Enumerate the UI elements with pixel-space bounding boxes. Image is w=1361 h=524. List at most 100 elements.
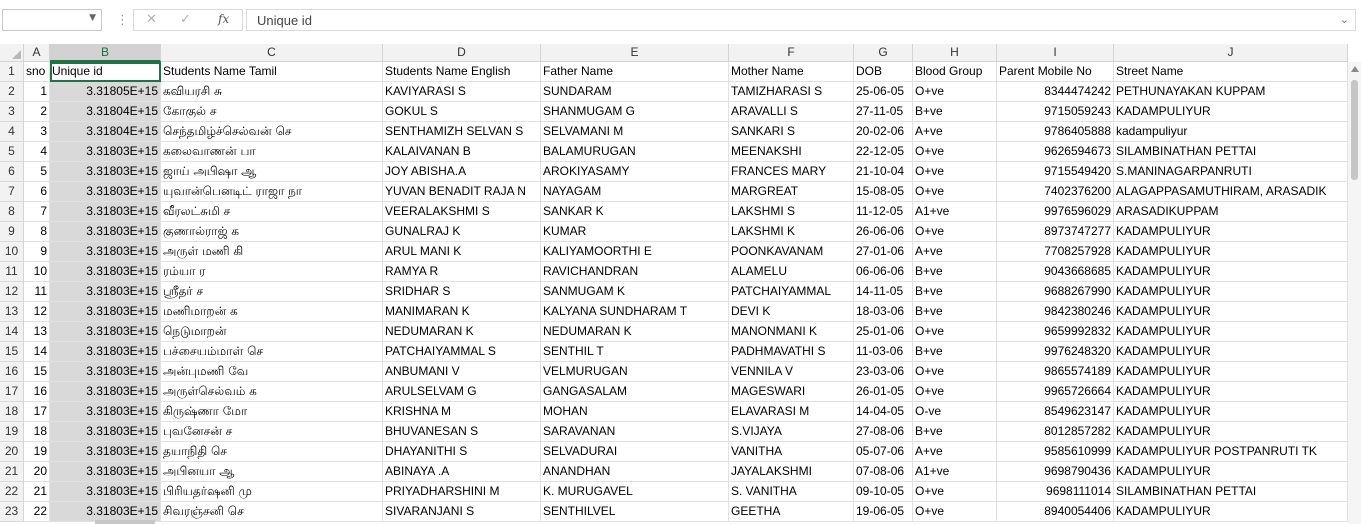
- table-cell[interactable]: கிருஷ்ணா மோ: [161, 402, 383, 422]
- row-header[interactable]: 6: [0, 162, 24, 182]
- table-cell[interactable]: B+ve: [913, 422, 997, 442]
- table-cell[interactable]: SANKAR K: [541, 202, 729, 222]
- table-cell[interactable]: B+ve: [913, 282, 997, 302]
- table-cell[interactable]: NEDUMARAN K: [383, 322, 541, 342]
- table-cell[interactable]: KADAMPULIYUR: [1114, 282, 1348, 302]
- table-cell[interactable]: JOY ABISHA.A: [383, 162, 541, 182]
- table-cell[interactable]: 2: [24, 102, 50, 122]
- select-all-corner[interactable]: [0, 44, 24, 62]
- table-cell[interactable]: 23-03-06: [854, 362, 913, 382]
- table-cell[interactable]: SENTHAMIZH SELVAN S: [383, 122, 541, 142]
- table-cell[interactable]: 9698790436: [997, 462, 1114, 482]
- table-cell[interactable]: 27-01-06: [854, 242, 913, 262]
- table-cell[interactable]: KADAMPULIYUR: [1114, 262, 1348, 282]
- table-cell[interactable]: ARASADIKUPPAM: [1114, 202, 1348, 222]
- table-cell[interactable]: 09-10-05: [854, 482, 913, 502]
- table-cell[interactable]: 27-11-05: [854, 102, 913, 122]
- table-cell[interactable]: A1+ve: [913, 202, 997, 222]
- row-header[interactable]: 19: [0, 422, 24, 442]
- table-cell[interactable]: ANBUMANI V: [383, 362, 541, 382]
- table-cell[interactable]: 3.31804E+15: [50, 102, 161, 122]
- table-cell[interactable]: 05-07-06: [854, 442, 913, 462]
- table-cell[interactable]: 8549623147: [997, 402, 1114, 422]
- table-cell[interactable]: 17: [24, 402, 50, 422]
- table-cell[interactable]: B+ve: [913, 302, 997, 322]
- table-cell[interactable]: NAYAGAM: [541, 182, 729, 202]
- table-cell[interactable]: 18-03-06: [854, 302, 913, 322]
- table-cell[interactable]: BHUVANESAN S: [383, 422, 541, 442]
- cancel-icon[interactable]: ✕: [146, 12, 157, 27]
- table-cell[interactable]: JAYALAKSHMI: [729, 462, 854, 482]
- table-cell[interactable]: ஸ்ரீதர் ச: [161, 282, 383, 302]
- table-cell[interactable]: 3.31803E+15: [50, 442, 161, 462]
- table-cell[interactable]: O+ve: [913, 322, 997, 342]
- table-cell[interactable]: SILAMBINATHAN PETTAI: [1114, 482, 1348, 502]
- table-cell[interactable]: SENTHILVEL: [541, 502, 729, 522]
- row-header[interactable]: 10: [0, 242, 24, 262]
- table-cell[interactable]: BALAMURUGAN: [541, 142, 729, 162]
- row-header[interactable]: 15: [0, 342, 24, 362]
- table-cell[interactable]: 3.31803E+15: [50, 402, 161, 422]
- table-cell[interactable]: ஜாய் அபிஷா ஆ: [161, 162, 383, 182]
- table-cell[interactable]: KADAMPULIYUR: [1114, 322, 1348, 342]
- table-cell[interactable]: O+ve: [913, 502, 997, 522]
- table-cell[interactable]: ரம்யா ர: [161, 262, 383, 282]
- table-cell[interactable]: KADAMPULIYUR: [1114, 502, 1348, 522]
- table-cell[interactable]: 9: [24, 242, 50, 262]
- table-cell[interactable]: AROKIYASAMY: [541, 162, 729, 182]
- row-header[interactable]: 16: [0, 362, 24, 382]
- table-cell[interactable]: kadampuliyur: [1114, 122, 1348, 142]
- table-cell[interactable]: 27-08-06: [854, 422, 913, 442]
- table-cell[interactable]: 19: [24, 442, 50, 462]
- table-cell[interactable]: KADAMPULIYUR: [1114, 402, 1348, 422]
- table-cell[interactable]: கலைவாணன் பா: [161, 142, 383, 162]
- table-cell[interactable]: 16: [24, 382, 50, 402]
- table-cell[interactable]: LAKSHMI K: [729, 222, 854, 242]
- table-cell[interactable]: RAVICHANDRAN: [541, 262, 729, 282]
- table-cell[interactable]: KADAMPULIYUR: [1114, 462, 1348, 482]
- table-cell[interactable]: KAVIYARASI S: [383, 82, 541, 102]
- table-cell[interactable]: 9659992832: [997, 322, 1114, 342]
- row-header[interactable]: 17: [0, 382, 24, 402]
- table-cell[interactable]: 3.31803E+15: [50, 502, 161, 522]
- table-cell[interactable]: அருள்செல்வம் க: [161, 382, 383, 402]
- table-cell[interactable]: RAMYA R: [383, 262, 541, 282]
- table-cell[interactable]: ELAVARASI M: [729, 402, 854, 422]
- table-cell[interactable]: DHAYANITHI S: [383, 442, 541, 462]
- header-cell[interactable]: DOB: [854, 62, 913, 82]
- table-cell[interactable]: 6: [24, 182, 50, 202]
- table-cell[interactable]: 06-06-06: [854, 262, 913, 282]
- table-cell[interactable]: VENNILA V: [729, 362, 854, 382]
- table-cell[interactable]: VANITHA: [729, 442, 854, 462]
- header-cell[interactable]: Street Name: [1114, 62, 1348, 82]
- table-cell[interactable]: S.MANINAGARPANRUTI: [1114, 162, 1348, 182]
- table-cell[interactable]: O+ve: [913, 382, 997, 402]
- row-header[interactable]: 21: [0, 462, 24, 482]
- header-cell[interactable]: Unique id: [50, 62, 161, 82]
- table-cell[interactable]: 8012857282: [997, 422, 1114, 442]
- table-cell[interactable]: 4: [24, 142, 50, 162]
- table-cell[interactable]: யுவான்பெனடிட் ராஜா நா: [161, 182, 383, 202]
- table-cell[interactable]: கவியரசி சு: [161, 82, 383, 102]
- column-header-f[interactable]: F: [729, 44, 854, 62]
- table-cell[interactable]: 3.31803E+15: [50, 142, 161, 162]
- header-cell[interactable]: Father Name: [541, 62, 729, 82]
- table-cell[interactable]: பச்சையம்மாள் செ: [161, 342, 383, 362]
- table-cell[interactable]: VEERALAKSHMI S: [383, 202, 541, 222]
- table-cell[interactable]: A+ve: [913, 442, 997, 462]
- table-cell[interactable]: KALAIVANAN B: [383, 142, 541, 162]
- table-cell[interactable]: ARULSELVAM G: [383, 382, 541, 402]
- table-cell[interactable]: POONKAVANAM: [729, 242, 854, 262]
- table-cell[interactable]: SUNDARAM: [541, 82, 729, 102]
- table-cell[interactable]: 3.31805E+15: [50, 82, 161, 102]
- table-cell[interactable]: SHANMUGAM G: [541, 102, 729, 122]
- table-cell[interactable]: S. VANITHA: [729, 482, 854, 502]
- table-cell[interactable]: TAMIZHARASI S: [729, 82, 854, 102]
- table-cell[interactable]: 3.31803E+15: [50, 342, 161, 362]
- header-cell[interactable]: Students Name English: [383, 62, 541, 82]
- table-cell[interactable]: PADHMAVATHI S: [729, 342, 854, 362]
- table-cell[interactable]: 21-10-04: [854, 162, 913, 182]
- table-cell[interactable]: KADAMPULIYUR: [1114, 382, 1348, 402]
- row-header[interactable]: 4: [0, 122, 24, 142]
- table-cell[interactable]: VELMURUGAN: [541, 362, 729, 382]
